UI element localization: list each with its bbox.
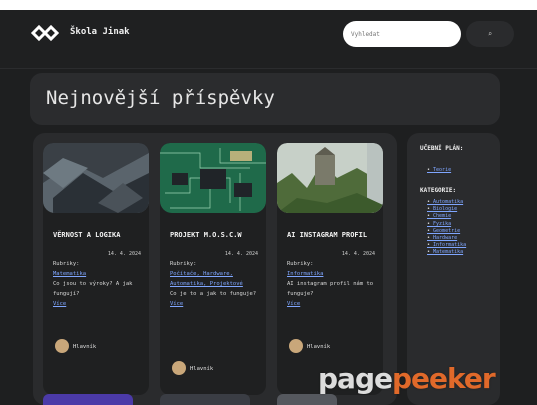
post-meta: Rubriky: Počítače, Hardware, Automatika,… bbox=[170, 259, 260, 309]
category-label: Rubriky: bbox=[170, 261, 197, 267]
post-title[interactable]: PROJEKT M.O.S.C.W bbox=[170, 231, 260, 240]
page: Škola Jinak ⌕ Nejnovější příspěvky VĚRNO… bbox=[0, 0, 537, 405]
pagepeeker-watermark: pagepeeker bbox=[318, 362, 496, 395]
watermark-part2: peeker bbox=[391, 362, 496, 395]
next-card-thumbnail[interactable] bbox=[277, 394, 337, 405]
heading-bar: Nejnovější příspěvky bbox=[30, 73, 500, 125]
read-more-link[interactable]: Více bbox=[287, 301, 300, 307]
category-title: KATEGORIE: bbox=[420, 187, 457, 194]
post-date: 14. 4. 2024 bbox=[341, 251, 375, 257]
author-avatar bbox=[172, 361, 186, 375]
category-link[interactable]: Matematika bbox=[53, 269, 143, 279]
category-item[interactable]: Chemie bbox=[427, 213, 493, 220]
category-link[interactable]: Počítače, Hardware, Automatika, Projekto… bbox=[170, 269, 260, 289]
category-item[interactable]: Geometrie bbox=[427, 228, 493, 235]
category-item[interactable]: Biologie bbox=[427, 206, 493, 213]
author-name[interactable]: Hlavník bbox=[307, 344, 330, 350]
post-title[interactable]: AI INSTAGRAM PROFIL bbox=[287, 231, 377, 240]
infinity-logo-icon[interactable] bbox=[30, 24, 60, 42]
post-date: 14. 4. 2024 bbox=[107, 251, 141, 257]
post-thumbnail[interactable] bbox=[43, 143, 149, 213]
post-thumbnail[interactable] bbox=[160, 143, 266, 213]
author-name[interactable]: Hlavník bbox=[190, 366, 213, 372]
watermark-part1: page bbox=[318, 362, 393, 395]
search-input[interactable] bbox=[343, 21, 461, 47]
author-avatar bbox=[55, 339, 69, 353]
post-date: 14. 4. 2024 bbox=[224, 251, 258, 257]
category-label: Rubriky: bbox=[287, 261, 314, 267]
top-band bbox=[0, 0, 537, 10]
next-card-thumbnail[interactable] bbox=[43, 394, 133, 405]
post-meta: Rubriky: Matematika Co jsou to výroky? A… bbox=[53, 259, 143, 309]
category-label: Rubriky: bbox=[53, 261, 80, 267]
brand-name[interactable]: Škola Jinak bbox=[70, 27, 130, 37]
post-card[interactable]: PROJEKT M.O.S.C.W 14. 4. 2024 Rubriky: P… bbox=[160, 143, 266, 395]
plan-item[interactable]: Teorie bbox=[427, 167, 493, 174]
search-button[interactable]: ⌕ bbox=[466, 21, 514, 47]
category-list: Automatika Biologie Chemie Fyzika Geomet… bbox=[427, 199, 493, 257]
post-meta: Rubriky: Informatika AI instagram profil… bbox=[287, 259, 377, 309]
post-card[interactable]: AI INSTAGRAM PROFIL 14. 4. 2024 Rubriky:… bbox=[277, 143, 383, 395]
search-icon: ⌕ bbox=[487, 30, 493, 38]
plan-list: Teorie bbox=[427, 167, 493, 174]
post-title[interactable]: VĚRNOST A LOGIKA bbox=[53, 231, 143, 240]
post-card[interactable]: VĚRNOST A LOGIKA 14. 4. 2024 Rubriky: Ma… bbox=[43, 143, 149, 395]
post-excerpt: Co je to a jak to funguje? bbox=[170, 291, 257, 297]
category-item[interactable]: Fyzika bbox=[427, 221, 493, 228]
author-name[interactable]: Hlavník bbox=[73, 344, 96, 350]
category-item[interactable]: Hardware bbox=[427, 235, 493, 242]
author-avatar bbox=[289, 339, 303, 353]
read-more-link[interactable]: Více bbox=[170, 301, 183, 307]
category-item[interactable]: Matematika bbox=[427, 249, 493, 256]
read-more-link[interactable]: Více bbox=[53, 301, 66, 307]
category-item[interactable]: Informatika bbox=[427, 242, 493, 249]
category-item[interactable]: Automatika bbox=[427, 199, 493, 206]
next-card-thumbnail[interactable] bbox=[160, 394, 250, 405]
navbar: Škola Jinak ⌕ bbox=[0, 10, 537, 69]
plan-title: UČEBNÍ PLÁN: bbox=[420, 145, 464, 152]
page-title: Nejnovější příspěvky bbox=[46, 87, 275, 109]
post-excerpt: AI instagram profil nám to funguje? bbox=[287, 281, 374, 297]
category-link[interactable]: Informatika bbox=[287, 269, 377, 279]
post-excerpt: Co jsou to výroky? A jak fungují? bbox=[53, 281, 133, 297]
post-thumbnail[interactable] bbox=[277, 143, 383, 213]
